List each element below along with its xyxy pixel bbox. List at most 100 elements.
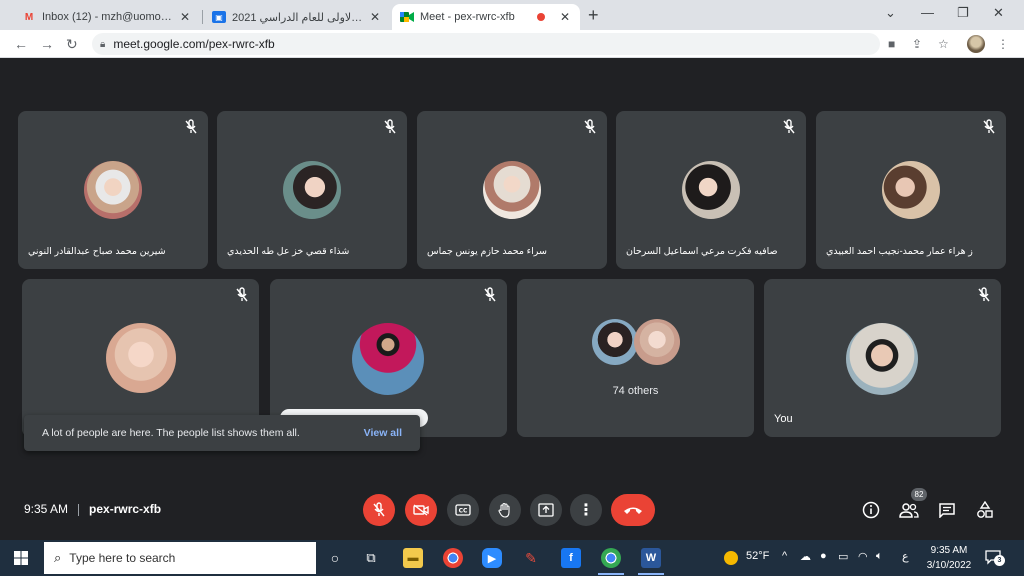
participant-tile[interactable]: سراء محمد حازم يونس جماس (417, 111, 607, 269)
tab-title: Meet - pex-rwrc-xfb (420, 11, 515, 23)
tab-title: Inbox (12) - mzh@uomosul.edu. (42, 11, 174, 23)
meeting-info-button[interactable] (861, 500, 881, 520)
wifi-icon[interactable]: ◠ (858, 550, 868, 563)
participant-tile[interactable]: صافيه فكرت مرعي اسماعيل السرحان (616, 111, 806, 269)
people-icon (899, 503, 919, 518)
window-close-icon[interactable]: ✕ (993, 5, 1004, 21)
captions-icon: CC (455, 504, 471, 516)
task-view-icon[interactable]: ⧉ (361, 548, 381, 568)
info-icon (862, 501, 880, 519)
menu-kebab-icon[interactable]: ⋮ (997, 37, 1009, 51)
word-icon[interactable]: W (638, 548, 664, 575)
participant-tile[interactable] (270, 279, 507, 437)
others-tile[interactable]: 74 others (517, 279, 754, 437)
self-label: You (774, 413, 793, 425)
avatar (882, 161, 940, 219)
zoom-icon[interactable]: ▶ (482, 548, 502, 568)
address-bar: ← → ↻ 🔒︎ meet.google.com/pex-rwrc-xfb ■ … (0, 30, 1024, 58)
chat-button[interactable] (937, 500, 957, 520)
share-icon[interactable]: ⇪ (912, 37, 922, 51)
avatar (283, 161, 341, 219)
file-explorer-icon[interactable]: ▬ (403, 548, 423, 568)
lock-icon: 🔒︎ (100, 38, 106, 50)
forward-icon[interactable]: → (40, 36, 54, 52)
search-icon: ⌕ (54, 550, 62, 565)
onedrive-icon[interactable]: ☁ (800, 550, 811, 563)
new-tab-icon[interactable]: + (588, 5, 599, 26)
meeting-time: 9:35 AM (24, 502, 69, 516)
camera-toggle-button[interactable] (405, 494, 437, 526)
hang-up-icon (624, 507, 642, 514)
chrome-active-icon[interactable] (598, 548, 624, 575)
search-placeholder: Type here to search (69, 551, 176, 565)
leave-call-button[interactable] (611, 494, 655, 526)
participant-tile[interactable]: شيرين محمد صباح عبدالقادر النوني (18, 111, 208, 269)
close-icon[interactable]: ✕ (558, 10, 572, 24)
mic-off-icon (484, 287, 496, 302)
mic-off-icon (373, 502, 385, 517)
input-language[interactable]: ع (902, 550, 909, 563)
mic-off-icon (185, 119, 197, 134)
paint-icon[interactable]: ✎ (521, 548, 541, 568)
mic-off-icon (584, 119, 596, 134)
more-options-button[interactable]: ⋮ (570, 494, 602, 526)
people-button[interactable] (899, 500, 919, 520)
mic-off-icon (384, 119, 396, 134)
others-count-label: 74 others (612, 385, 659, 397)
clock-time: 9:35 AM (930, 545, 968, 556)
close-icon[interactable]: ✕ (178, 10, 192, 24)
back-icon[interactable]: ← (14, 36, 28, 52)
meet-icon (400, 11, 414, 23)
participant-tile[interactable] (22, 279, 259, 437)
camera-in-use-icon[interactable]: ■ (888, 37, 895, 51)
taskbar-search-box[interactable]: ⌕ Type here to search (44, 542, 316, 574)
close-icon[interactable]: ✕ (368, 10, 382, 24)
url-field[interactable]: 🔒︎ meet.google.com/pex-rwrc-xfb (92, 33, 880, 55)
present-screen-button[interactable] (530, 494, 562, 526)
weather-icon (724, 551, 738, 565)
activities-button[interactable] (975, 500, 995, 520)
classroom-icon: ▣ (212, 11, 226, 23)
view-all-button[interactable]: View all (364, 427, 402, 439)
microphone-tray-icon[interactable]: ● (820, 550, 827, 562)
battery-icon[interactable]: ▭ (838, 550, 848, 563)
participant-tile[interactable]: شذاء قصي خز عل طه الحديدي (217, 111, 407, 269)
mic-toggle-button[interactable] (363, 494, 395, 526)
tab-meet[interactable]: Meet - pex-rwrc-xfb ✕ (392, 4, 580, 30)
participant-name: شيرين محمد صباح عبدالقادر النوني (28, 246, 166, 257)
tray-expand-icon[interactable]: ^ (782, 550, 787, 562)
taskbar-clock[interactable]: 9:35 AM 3/10/2022 (918, 543, 980, 573)
tab-search-icon[interactable]: ⌄ (885, 5, 896, 21)
bookmark-star-icon[interactable]: ☆ (938, 37, 949, 51)
minimize-icon[interactable]: — (921, 5, 934, 20)
chrome-icon[interactable] (443, 548, 463, 568)
clock-date: 3/10/2022 (926, 560, 972, 571)
participant-name: ز هراء عمار محمد-نجيب احمد العبيدي (826, 246, 973, 257)
facebook-icon[interactable]: f (561, 548, 581, 568)
screen: M Inbox (12) - mzh@uomosul.edu. ✕ ▣ المر… (0, 0, 1024, 576)
participant-tile[interactable]: ز هراء عمار محمد-نجيب احمد العبيدي (816, 111, 1006, 269)
meet-stage: شيرين محمد صباح عبدالقادر النوني شذاء قص… (0, 58, 1024, 540)
mic-off-icon (978, 287, 990, 302)
avatar (592, 319, 638, 365)
recording-dot-icon (534, 11, 548, 23)
camera-off-icon (413, 504, 429, 516)
hand-icon (498, 502, 510, 518)
toast-message: A lot of people are here. The people lis… (42, 427, 300, 439)
profile-avatar[interactable] (967, 35, 985, 53)
mic-off-icon (783, 119, 795, 134)
restore-icon[interactable]: ❐ (957, 5, 969, 21)
raise-hand-button[interactable] (489, 494, 521, 526)
captions-button[interactable]: CC (447, 494, 479, 526)
volume-icon[interactable]: 🔈︎ (876, 550, 883, 563)
start-icon[interactable] (14, 551, 28, 565)
tab-gmail[interactable]: M Inbox (12) - mzh@uomosul.edu. ✕ (14, 4, 200, 30)
cortana-icon[interactable]: ○ (325, 548, 345, 568)
avatar (352, 323, 424, 395)
chat-icon (939, 503, 955, 518)
participant-name: سراء محمد حازم يونس جماس (427, 246, 547, 257)
tab-classroom[interactable]: ▣ المرحلة الاولى للعام الدراسي 2021 ✕ (204, 4, 390, 30)
reload-icon[interactable]: ↻ (66, 36, 78, 53)
gmail-icon: M (24, 11, 34, 23)
self-tile[interactable]: You (764, 279, 1001, 437)
